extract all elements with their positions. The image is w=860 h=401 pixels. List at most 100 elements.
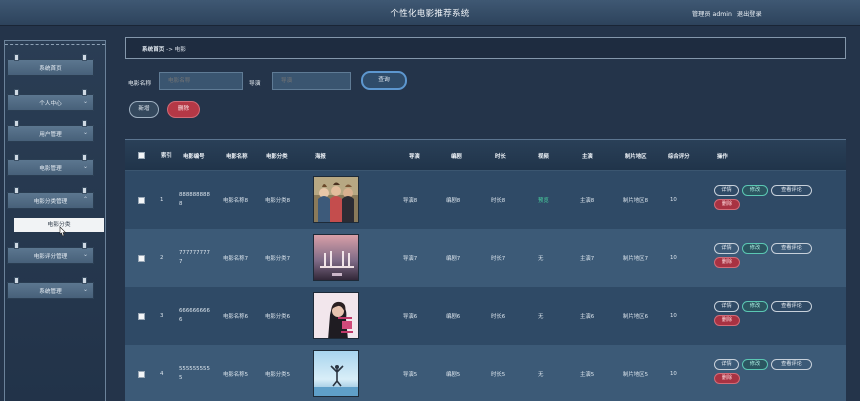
delete-button[interactable]: 删除 [167, 101, 200, 118]
cell-score: 10 [670, 313, 677, 319]
movie-name-input[interactable] [159, 72, 243, 90]
cell-actor: 主演8 [580, 198, 595, 204]
row-select-cell[interactable] [138, 229, 145, 287]
cell-actor: 主演7 [580, 256, 595, 262]
row-select-cell[interactable] [138, 345, 145, 401]
cell-index: 2 [160, 255, 164, 261]
row-checkbox[interactable] [138, 370, 145, 378]
cell-video: 无 [538, 256, 544, 262]
table-row: 2 777777777 7 电影名称7 电影分类7 导演7 编剧7 时长7 无 主演7 制片地区7… [125, 229, 846, 287]
cell-writer: 编剧7 [446, 256, 461, 262]
logout-link[interactable]: 退出登录 [737, 11, 762, 18]
cell-writer: 编剧6 [446, 314, 461, 320]
detail-button[interactable]: 详情 [714, 359, 739, 370]
user-area: 管理员 admin 退出登录 [692, 9, 765, 18]
nav-peg-left [14, 187, 19, 194]
sidebar-item-movie-ratings[interactable]: 电影评分管理 ⌄ [7, 242, 94, 264]
sidebar-item-label: 个人中心 [39, 101, 62, 107]
view-reviews-button[interactable]: 查看评论 [771, 359, 812, 370]
view-reviews-button[interactable]: 查看评论 [771, 301, 812, 312]
col-duration: 时长 [495, 153, 506, 160]
cell-duration: 时长8 [491, 198, 506, 204]
row-checkbox[interactable] [138, 312, 145, 320]
cell-category: 电影分类6 [265, 314, 290, 320]
director-label: 导演 [249, 81, 261, 87]
poster-image [313, 292, 359, 339]
cell-category: 电影分类8 [265, 198, 290, 204]
row-select-cell[interactable] [138, 287, 145, 345]
select-all-checkbox[interactable] [138, 152, 145, 159]
sidebar-item-movies[interactable]: 电影管理 ⌄ [7, 154, 94, 176]
table-row: 1 888888888 8 电影名称8 电影分类8 导演8 编剧8 时长8 预览 主演8 制片地区… [125, 171, 846, 229]
cell-name: 电影名称6 [223, 314, 248, 320]
add-button[interactable]: 新增 [129, 101, 159, 118]
detail-button[interactable]: 详情 [714, 185, 739, 196]
cell-duration: 时长5 [491, 372, 506, 378]
cell-duration: 时长7 [491, 256, 506, 262]
cell-writer: 编剧5 [446, 372, 461, 378]
cell-code: 666666666 6 [179, 308, 210, 323]
cell-index: 4 [160, 371, 164, 377]
row-delete-button[interactable]: 删除 [714, 315, 740, 326]
row-actions: 详情 修改 查看评论删除 [714, 185, 844, 210]
row-checkbox[interactable] [138, 254, 145, 262]
breadcrumb-separator: -> [166, 47, 173, 53]
cell-video[interactable]: 预览 [538, 171, 549, 229]
cell-code: 777777777 7 [179, 250, 210, 265]
sidebar-item-profile[interactable]: 个人中心 ⌄ [7, 89, 94, 111]
sidebar-item-label: 系统首页 [39, 66, 62, 72]
col-category: 电影分类 [266, 153, 288, 160]
cell-region: 制片地区6 [623, 314, 648, 320]
sidebar-item-system[interactable]: 系统管理 ⌄ [7, 277, 94, 299]
row-delete-button[interactable]: 删除 [714, 373, 740, 384]
view-reviews-button[interactable]: 查看评论 [771, 243, 812, 254]
sidebar-item-label: 电影分类管理 [33, 199, 68, 205]
chevron-up-icon: ⌃ [82, 196, 88, 203]
chevron-down-icon: ⌄ [82, 129, 88, 136]
cell-duration: 时长6 [491, 314, 506, 320]
detail-button[interactable]: 详情 [714, 301, 739, 312]
col-writer: 编剧 [451, 153, 462, 160]
cell-code: 888888888 8 [179, 192, 210, 207]
movie-table: 索引 电影编号 电影名称 电影分类 海报 导演 编剧 时长 视频 主演 制片地区… [125, 139, 846, 401]
nav-peg-right [82, 89, 87, 96]
select-all-cell[interactable] [138, 140, 145, 171]
cell-director: 导演5 [403, 372, 418, 378]
nav-peg-left [14, 120, 19, 127]
chevron-down-icon: ⌄ [82, 251, 88, 258]
edit-button[interactable]: 修改 [742, 185, 768, 196]
row-delete-button[interactable]: 删除 [714, 199, 740, 210]
movie-name-label: 电影名称 [128, 81, 152, 87]
cell-code: 555555555 5 [179, 366, 210, 381]
breadcrumb: 系统首页 -> 电影 [125, 37, 846, 59]
sidebar-item-movie-categories[interactable]: 电影分类管理 ⌃ [7, 187, 94, 209]
nav-peg-left [14, 277, 19, 284]
row-actions: 详情 修改 查看评论删除 [714, 243, 844, 268]
edit-button[interactable]: 修改 [742, 243, 768, 254]
detail-button[interactable]: 详情 [714, 243, 739, 254]
row-checkbox[interactable] [138, 196, 145, 204]
sidebar-item-users[interactable]: 用户管理 ⌄ [7, 120, 94, 142]
col-video: 视频 [538, 153, 549, 160]
sidebar-item-home[interactable]: 系统首页 [7, 54, 94, 76]
breadcrumb-home[interactable]: 系统首页 [142, 47, 164, 53]
row-select-cell[interactable] [138, 171, 145, 229]
edit-button[interactable]: 修改 [742, 301, 768, 312]
director-input[interactable] [272, 72, 351, 90]
row-delete-button[interactable]: 删除 [714, 257, 740, 268]
nav-peg-left [14, 154, 19, 161]
poster-image [313, 234, 359, 281]
table-header: 索引 电影编号 电影名称 电影分类 海报 导演 编剧 时长 视频 主演 制片地区… [125, 139, 846, 170]
cell-index: 1 [160, 197, 164, 203]
nav-peg-right [82, 154, 87, 161]
chevron-down-icon: ⌄ [82, 163, 88, 170]
cell-video: 无 [538, 372, 544, 378]
cell-score: 10 [670, 197, 677, 203]
cell-region: 制片地区8 [623, 198, 648, 204]
view-reviews-button[interactable]: 查看评论 [771, 185, 812, 196]
table-row: 3 666666666 6 电影名称6 电影分类6 导演6 编剧6 时长6 无 主演6 制片地区6… [125, 287, 846, 345]
edit-button[interactable]: 修改 [742, 359, 768, 370]
col-name: 电影名称 [226, 153, 248, 160]
query-button[interactable]: 查询 [361, 71, 407, 90]
table-row: 4 555555555 5 电影名称5 电影分类5 导演5 编剧5 时长5 无 主演5 制片地区5… [125, 345, 846, 401]
